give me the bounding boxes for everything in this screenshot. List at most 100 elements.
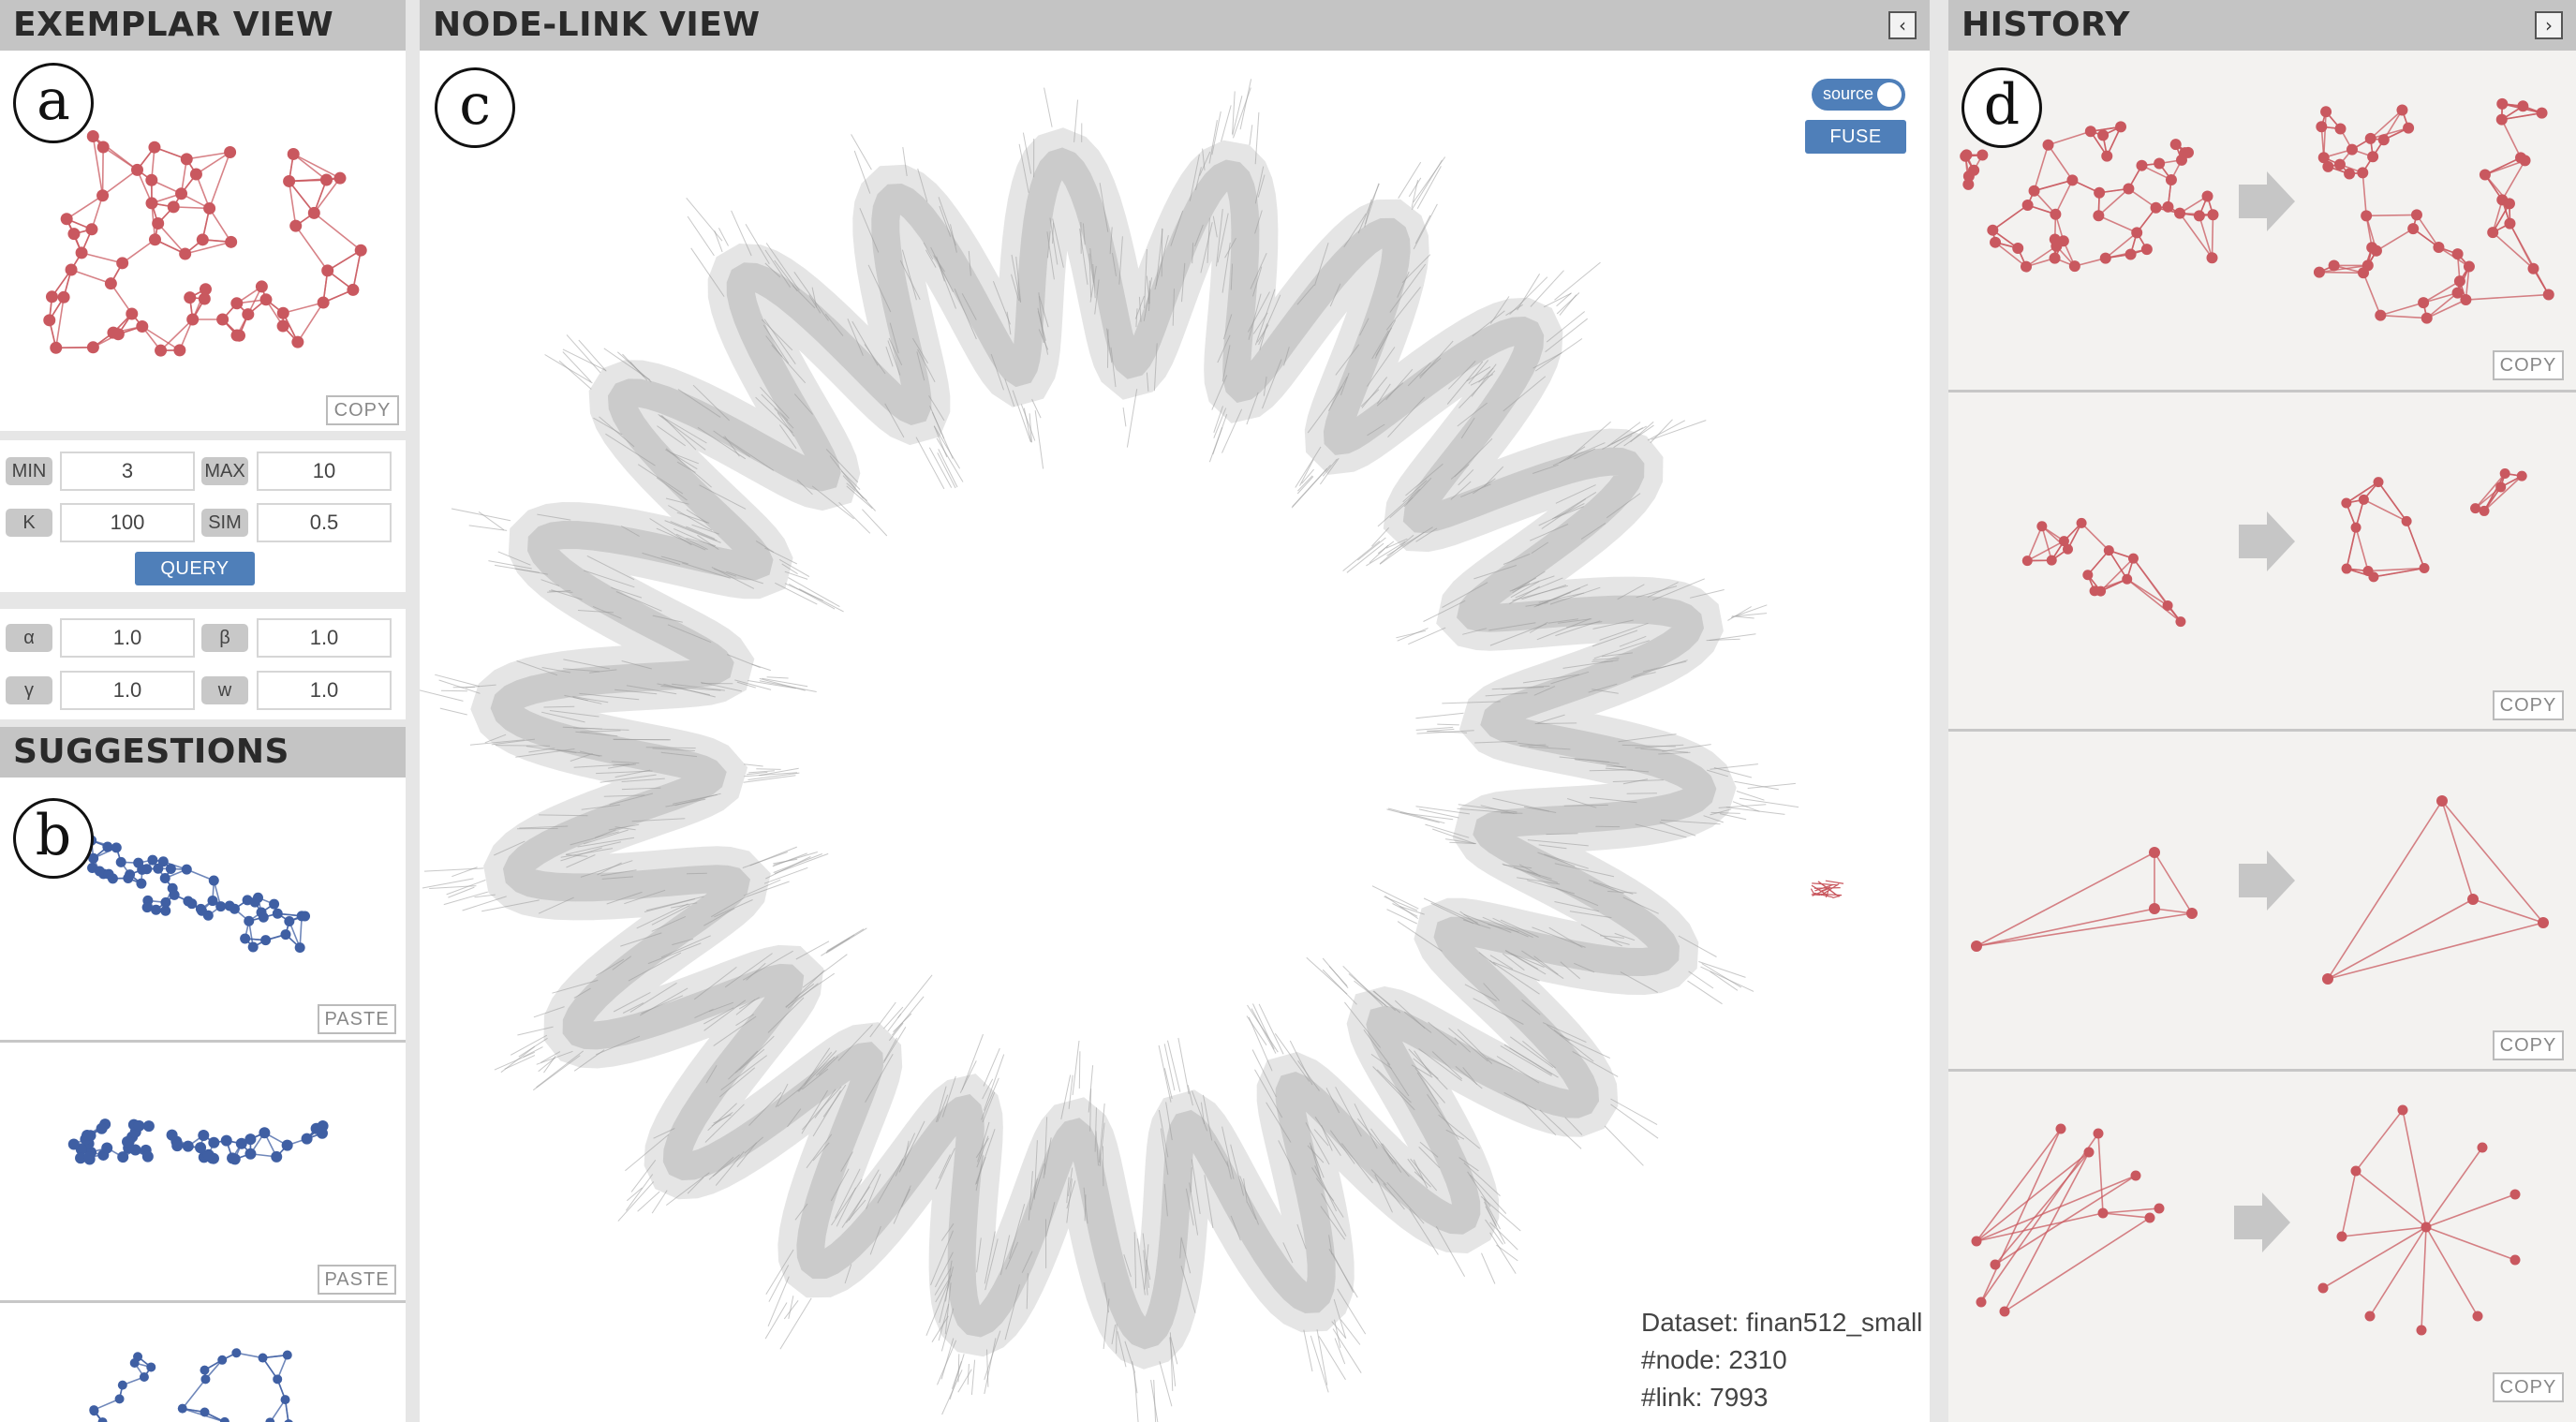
graph-node <box>2058 536 2069 547</box>
history-2-after <box>2341 468 2527 583</box>
graph-node <box>244 1148 257 1160</box>
fuse-button[interactable]: FUSE <box>1805 120 1906 154</box>
graph-node <box>2460 294 2472 306</box>
graph-edge <box>182 1378 207 1410</box>
graph-node <box>173 344 186 357</box>
fringe-edge <box>562 348 607 372</box>
fringe-edge <box>451 508 511 522</box>
nodelink-graph[interactable] <box>420 51 1930 1422</box>
fringe-edge <box>1233 87 1251 139</box>
graph-node <box>2364 132 2376 144</box>
graph-edge <box>2441 800 2474 900</box>
graph-edge <box>2355 526 2369 571</box>
graph-node <box>196 905 207 916</box>
k-label: K <box>6 509 52 537</box>
graph-edge <box>2483 473 2506 511</box>
history-entry-1[interactable] <box>1958 84 2567 356</box>
fringe-edge <box>686 197 723 242</box>
graph-node <box>2144 1212 2155 1223</box>
history-4-copy-button[interactable]: COPY <box>2493 1372 2564 1402</box>
history-entry-4[interactable] <box>1958 1096 2567 1349</box>
fringe-edge <box>936 437 964 482</box>
chevron-right-icon[interactable]: › <box>2535 11 2563 39</box>
graph-node <box>273 1374 283 1385</box>
graph-node <box>2175 154 2187 166</box>
suggestions-header: SUGGESTIONS <box>0 727 406 778</box>
k-input[interactable]: 100 <box>60 503 195 542</box>
graph-node <box>145 197 158 210</box>
history-entry-2[interactable] <box>1958 459 2567 656</box>
graph-node <box>123 873 134 884</box>
graph-node <box>160 896 171 908</box>
graph-node <box>1971 1236 1982 1247</box>
fringe-edge <box>970 1359 976 1396</box>
match-edge <box>1812 882 1838 886</box>
history-1-copy-button[interactable]: COPY <box>2493 350 2564 380</box>
w-input[interactable]: 1.0 <box>257 671 392 710</box>
suggestion-graph-1[interactable] <box>66 821 347 989</box>
graph-node <box>289 219 303 232</box>
suggestion-1-paste-button[interactable]: PASTE <box>318 1004 396 1034</box>
gamma-input[interactable]: 1.0 <box>60 671 195 710</box>
graph-edge <box>157 222 186 255</box>
fringe-edge <box>967 1363 970 1385</box>
query-button[interactable]: QUERY <box>135 552 255 585</box>
graph-node <box>1990 1259 2001 1270</box>
source-toggle-label: source <box>1823 84 1874 103</box>
suggestion-2-paste-button[interactable]: PASTE <box>318 1265 396 1295</box>
graph-edge <box>2154 852 2193 914</box>
beta-input[interactable]: 1.0 <box>257 618 392 658</box>
history-3-copy-button[interactable]: COPY <box>2493 1030 2564 1060</box>
min-input[interactable]: 3 <box>60 452 195 491</box>
chevron-left-icon[interactable]: ‹ <box>1888 11 1917 39</box>
graph-node <box>111 842 122 853</box>
graph-node <box>2358 494 2369 505</box>
graph-node <box>177 1403 187 1414</box>
graph-node <box>131 163 144 176</box>
link-count: #link: 7993 <box>1641 1383 1769 1412</box>
graph-node <box>2150 201 2162 214</box>
graph-node <box>2495 113 2508 126</box>
sim-input[interactable]: 0.5 <box>257 503 392 542</box>
source-toggle[interactable]: source <box>1812 79 1905 111</box>
graph-edge <box>2406 521 2425 569</box>
suggestion-graph-2[interactable] <box>56 1106 337 1181</box>
history-2-copy-button[interactable]: COPY <box>2493 690 2564 720</box>
alpha-input[interactable]: 1.0 <box>60 618 195 658</box>
graph-edge <box>2054 179 2074 215</box>
fringe-edge <box>1747 782 1796 789</box>
graph-node <box>2165 173 2177 185</box>
fringe-edge <box>718 228 729 246</box>
fringe-edge <box>1688 970 1714 989</box>
graph-node <box>1976 1296 1987 1308</box>
graph-edge <box>2441 800 2544 924</box>
graph-node <box>159 872 170 883</box>
history-entry-3[interactable] <box>1958 787 2567 993</box>
graph-edge <box>2026 526 2043 561</box>
graph-node <box>126 307 139 320</box>
fringe-edge <box>1416 166 1442 210</box>
exemplar-graph[interactable] <box>19 122 393 375</box>
graph-node <box>152 217 165 230</box>
graph-edge <box>2380 314 2427 319</box>
graph-node <box>2317 1282 2329 1294</box>
graph-node <box>1968 164 1980 176</box>
graph-node <box>301 1133 313 1145</box>
graph-node <box>276 319 289 333</box>
exemplar-panel: EXEMPLAR VIEW a COPY <box>0 0 406 431</box>
history-1-after <box>2313 97 2554 324</box>
exemplar-copy-button[interactable]: COPY <box>326 395 399 425</box>
suggestion-graph-3[interactable] <box>56 1336 337 1422</box>
graph-node <box>2509 1254 2521 1266</box>
fringe-edge <box>915 437 945 490</box>
graph-node <box>137 864 148 875</box>
graph-node <box>2487 227 2499 239</box>
graph-node <box>169 889 180 900</box>
fringe-edge <box>1357 537 1386 561</box>
graph-node <box>2366 242 2378 254</box>
max-input[interactable]: 10 <box>257 452 392 491</box>
fringe-edge <box>1626 792 1657 794</box>
graph-node <box>2367 151 2379 163</box>
graph-edge <box>2369 1226 2427 1317</box>
graph-node <box>2049 233 2061 245</box>
